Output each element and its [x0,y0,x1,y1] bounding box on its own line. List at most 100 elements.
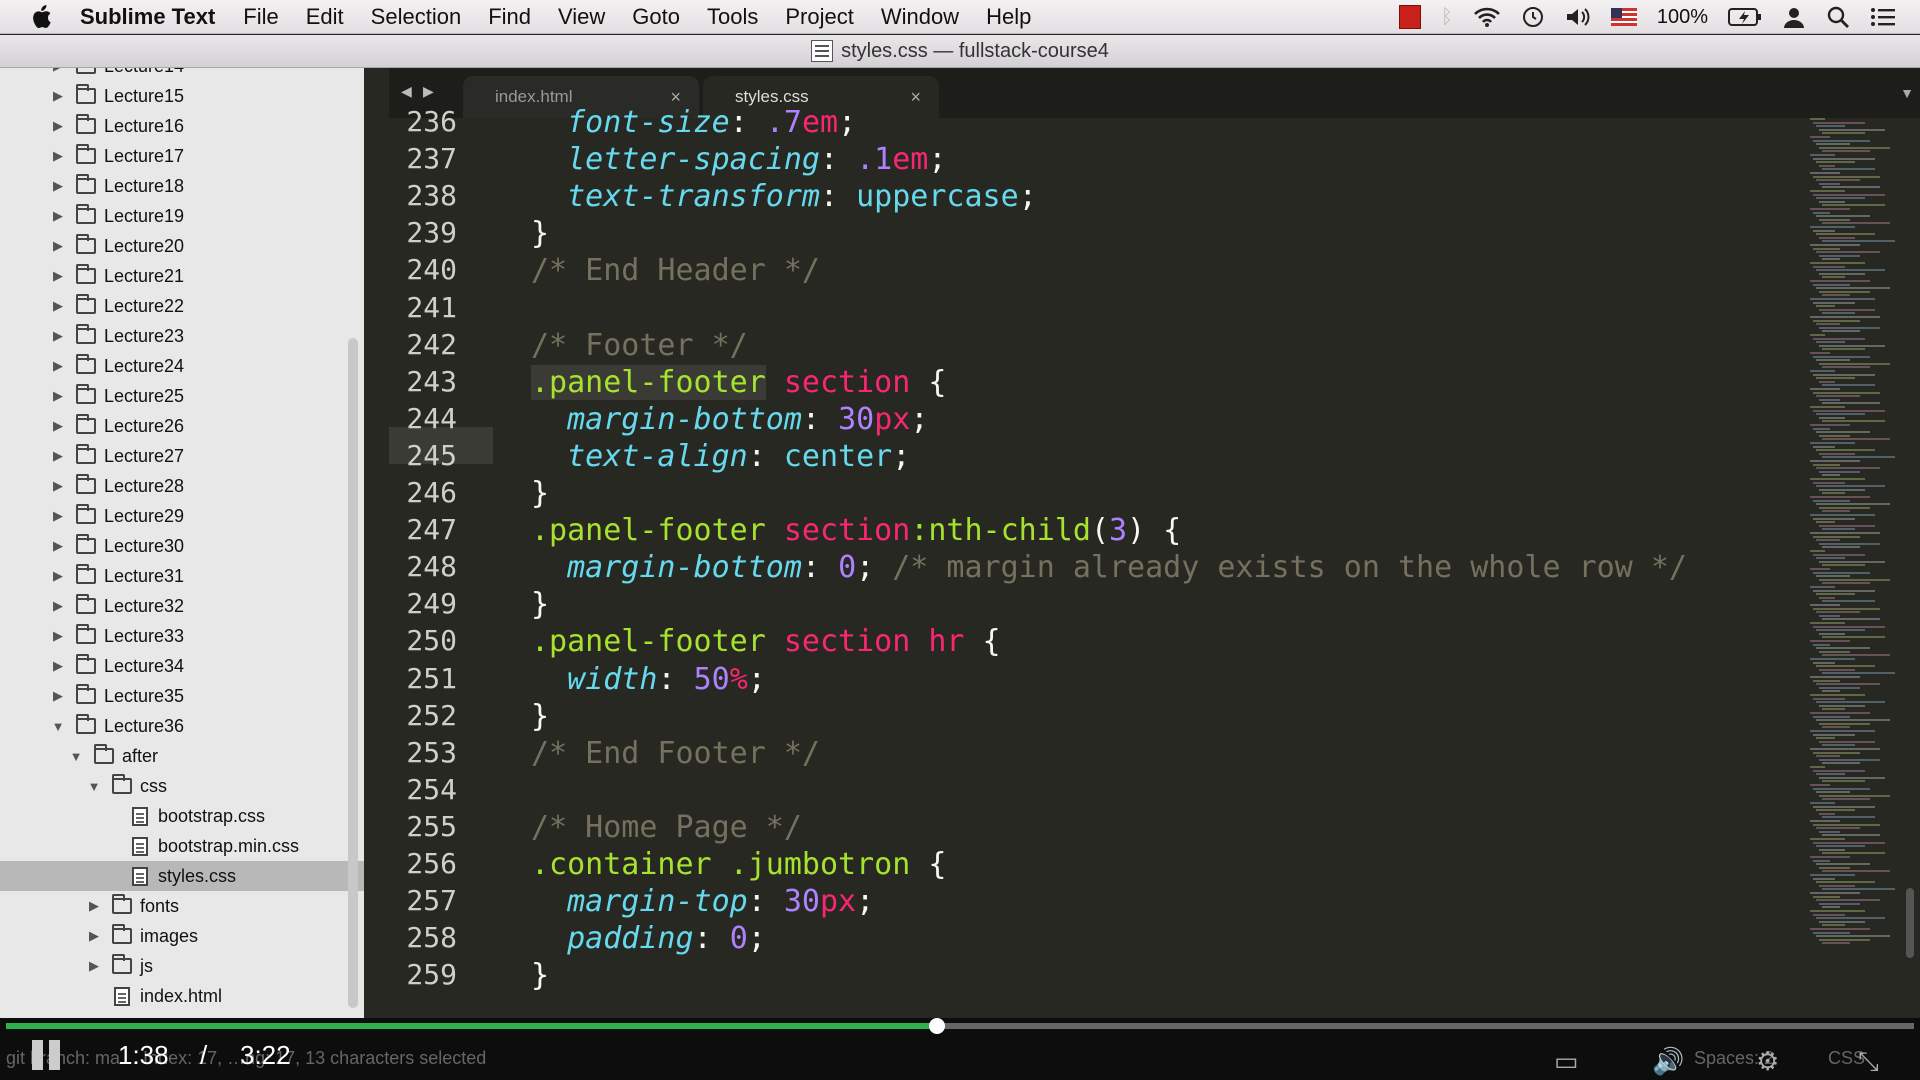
disclosure-closed-icon[interactable]: ▶ [50,68,66,74]
sidebar-folder[interactable]: ▶ Lecture23 [0,321,364,351]
user-icon[interactable] [1782,5,1806,29]
disclosure-closed-icon[interactable]: ▶ [50,658,66,674]
us-flag-icon[interactable] [1610,8,1637,26]
sidebar-folder[interactable]: ▶ Lecture30 [0,531,364,561]
menu-file[interactable]: File [243,4,278,30]
spotlight-search-icon[interactable] [1826,5,1850,29]
disclosure-closed-icon[interactable]: ▶ [50,508,66,524]
sidebar-folder[interactable]: ▼ css [0,771,364,801]
sidebar-folder[interactable]: ▶ Lecture15 [0,81,364,111]
minimap-line [1822,492,1845,495]
menu-find[interactable]: Find [488,4,531,30]
app-name-menu[interactable]: Sublime Text [80,4,215,30]
sidebar-folder[interactable]: ▶ js [0,951,364,981]
battery-icon[interactable] [1728,8,1762,26]
disclosure-closed-icon[interactable]: ▶ [50,628,66,644]
disclosure-closed-icon[interactable]: ▶ [50,538,66,554]
wifi-icon[interactable] [1473,6,1501,28]
sidebar-folder[interactable]: ▶ Lecture25 [0,381,364,411]
menu-project[interactable]: Project [785,4,853,30]
sidebar-file[interactable]: bootstrap.min.css [0,831,364,861]
sidebar-file[interactable]: index.html [0,981,364,1011]
sidebar-folder[interactable]: ▶ Lecture32 [0,591,364,621]
sidebar-folder[interactable]: ▶ Lecture29 [0,501,364,531]
sidebar-folder[interactable]: ▶ Lecture26 [0,411,364,441]
disclosure-closed-icon[interactable]: ▶ [50,418,66,434]
captions-icon[interactable]: ▭ [1554,1046,1579,1077]
disclosure-closed-icon[interactable]: ▶ [50,358,66,374]
menu-help[interactable]: Help [986,4,1031,30]
sidebar-folder[interactable]: ▶ Lecture20 [0,231,364,261]
menu-tools[interactable]: Tools [707,4,758,30]
disclosure-closed-icon[interactable]: ▶ [50,478,66,494]
settings-gear-icon[interactable]: ⚙ [1756,1046,1779,1077]
disclosure-closed-icon[interactable]: ▶ [50,178,66,194]
sidebar-folder[interactable]: ▶ Lecture35 [0,681,364,711]
sidebar-folder[interactable]: ▶ Lecture28 [0,471,364,501]
sidebar-file[interactable]: bootstrap.css [0,801,364,831]
sidebar-folder[interactable]: ▶ Lecture18 [0,171,364,201]
menu-edit[interactable]: Edit [306,4,344,30]
sidebar-folder[interactable]: ▼ Lecture36 [0,711,364,741]
fullscreen-exit-icon[interactable]: ⤡ [1858,1046,1879,1078]
tab-prev-icon[interactable]: ◀ [401,83,412,100]
menu-window[interactable]: Window [881,4,959,30]
disclosure-closed-icon[interactable]: ▶ [50,268,66,284]
volume-icon[interactable] [1565,6,1591,28]
sidebar-folder[interactable]: ▶ Lecture34 [0,651,364,681]
bluetooth-icon[interactable]: ᛒ [1441,6,1453,29]
disclosure-closed-icon[interactable]: ▶ [50,328,66,344]
disclosure-closed-icon[interactable]: ▶ [50,568,66,584]
code-token: .7 [765,105,802,140]
sidebar-folder[interactable]: ▶ Lecture21 [0,261,364,291]
recording-icon[interactable] [1398,5,1421,29]
sidebar-folder[interactable]: ▶ fonts [0,891,364,921]
disclosure-open-icon[interactable]: ▼ [68,749,84,764]
disclosure-closed-icon[interactable]: ▶ [50,118,66,134]
tab-close-icon[interactable]: × [910,87,921,108]
disclosure-open-icon[interactable]: ▼ [50,719,66,734]
time-machine-icon[interactable] [1521,5,1545,29]
sidebar-folder[interactable]: ▶ Lecture33 [0,621,364,651]
sidebar-folder[interactable]: ▶ images [0,921,364,951]
tab-next-icon[interactable]: ▶ [423,83,434,100]
disclosure-closed-icon[interactable]: ▶ [50,688,66,704]
disclosure-closed-icon[interactable]: ▶ [50,388,66,404]
menu-view[interactable]: View [558,4,605,30]
disclosure-closed-icon[interactable]: ▶ [86,898,102,914]
sidebar-file[interactable]: styles.css [0,861,364,891]
sidebar-folder[interactable]: ▶ Lecture24 [0,351,364,381]
disclosure-open-icon[interactable]: ▼ [86,779,102,794]
minimap-line [1816,431,1870,434]
pause-button[interactable] [32,1040,62,1070]
disclosure-closed-icon[interactable]: ▶ [50,598,66,614]
disclosure-closed-icon[interactable]: ▶ [50,298,66,314]
sidebar-folder[interactable]: ▶ Lecture16 [0,111,364,141]
sidebar-folder[interactable]: ▼ after [0,741,364,771]
disclosure-closed-icon[interactable]: ▶ [50,238,66,254]
notification-center-icon[interactable] [1870,6,1896,28]
disclosure-closed-icon[interactable]: ▶ [50,208,66,224]
menu-selection[interactable]: Selection [371,4,462,30]
sidebar-folder[interactable]: ▶ Lecture22 [0,291,364,321]
sidebar-folder[interactable]: ▶ Lecture31 [0,561,364,591]
disclosure-closed-icon[interactable]: ▶ [86,928,102,944]
volume-control-icon[interactable]: 🔊 [1652,1046,1684,1077]
editor-scrollbar[interactable] [1906,888,1914,958]
document-proxy-icon[interactable] [811,40,834,62]
apple-menu-icon[interactable] [30,4,58,29]
disclosure-closed-icon[interactable]: ▶ [86,958,102,974]
sidebar-folder[interactable]: ▶ Lecture19 [0,201,364,231]
disclosure-closed-icon[interactable]: ▶ [50,88,66,104]
sidebar-folder[interactable]: ▶ Lecture14 [0,68,364,81]
minimap[interactable] [1800,118,1920,1018]
sidebar-scrollbar[interactable] [348,338,358,1008]
menu-goto[interactable]: Goto [632,4,680,30]
tab-overflow-icon[interactable]: ▼ [1900,85,1914,101]
video-progress-handle[interactable] [928,1018,945,1034]
disclosure-closed-icon[interactable]: ▶ [50,148,66,164]
disclosure-closed-icon[interactable]: ▶ [50,448,66,464]
sidebar-folder[interactable]: ▶ Lecture27 [0,441,364,471]
sidebar-folder[interactable]: ▶ Lecture17 [0,141,364,171]
video-progress-bar[interactable] [6,1018,1914,1034]
